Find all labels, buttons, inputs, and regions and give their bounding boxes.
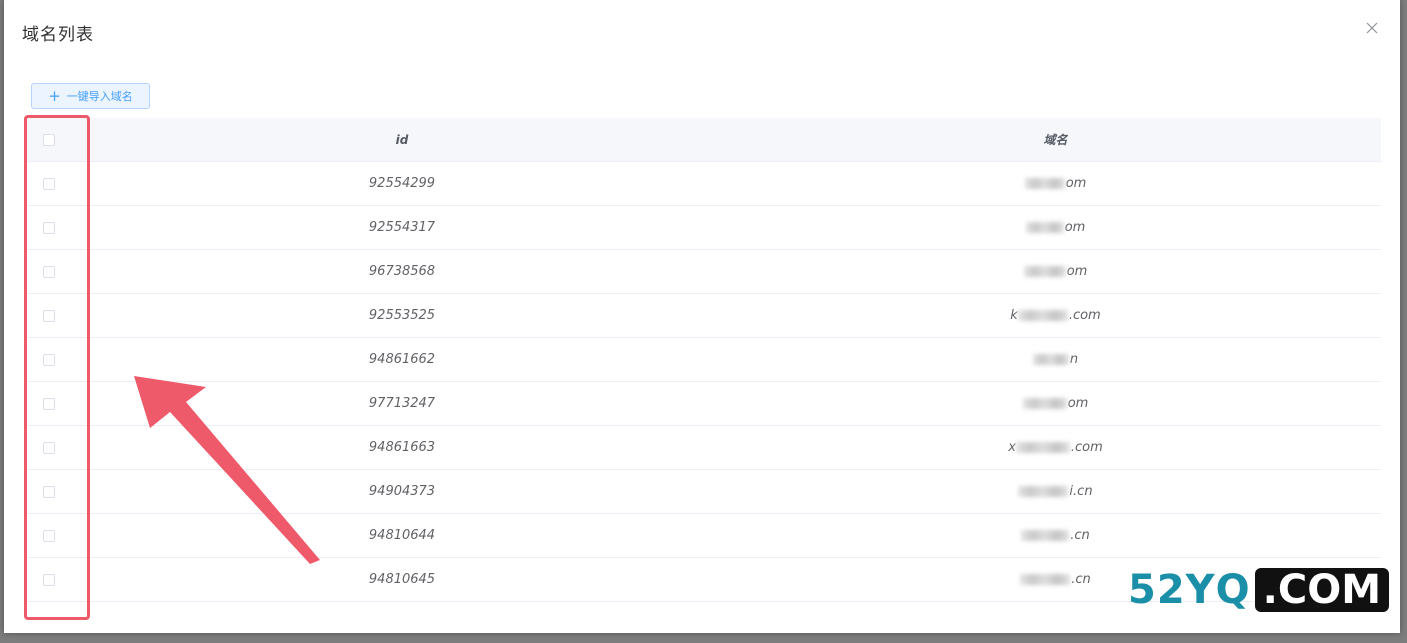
row-checkbox[interactable] [43, 397, 55, 410]
row-domain-suffix: .com [1070, 440, 1103, 455]
row-checkbox[interactable] [43, 353, 55, 366]
row-domain: i.cn [730, 484, 1381, 499]
plus-icon: + [48, 86, 61, 105]
table-row: 92553525 k .com [24, 294, 1381, 338]
import-domains-button[interactable]: + 一键导入域名 [31, 83, 150, 109]
table-row: 94810644 .cn [24, 514, 1381, 558]
row-id: 96738568 [368, 264, 436, 279]
watermark-logo: 52YQ .COM [1128, 567, 1389, 613]
row-domain: k .com [730, 308, 1381, 323]
domain-table: id 域名 92554299 om 92554317 om 96738568 om 9255… [24, 118, 1381, 602]
table-row: 94861663 x .com [24, 426, 1381, 470]
table-row: 92554299 om [24, 162, 1381, 206]
table-row: 94861662 n [24, 338, 1381, 382]
row-domain-suffix: .cn [1071, 572, 1091, 587]
row-domain: om [730, 264, 1381, 279]
redacted-domain-blur [1024, 178, 1065, 189]
watermark-left: 52YQ [1128, 567, 1251, 613]
import-domains-label: 一键导入域名 [66, 90, 133, 103]
row-id: 94810644 [368, 528, 436, 543]
row-domain-prefix: x [1008, 440, 1016, 455]
row-domain-suffix: om [1066, 264, 1088, 279]
row-checkbox[interactable] [43, 309, 55, 322]
row-domain: x .com [730, 440, 1381, 455]
redacted-domain-blur [1022, 398, 1067, 409]
table-header-row: id 域名 [24, 118, 1381, 162]
row-checkbox[interactable] [43, 221, 55, 234]
redacted-domain-blur [1025, 222, 1064, 233]
domain-list-dialog: 域名列表 + 一键导入域名 id 域名 92554299 om 92554317 om… [4, 0, 1400, 633]
row-id: 92554299 [368, 176, 436, 191]
row-id: 94861662 [368, 352, 436, 367]
redacted-domain-blur [1020, 574, 1071, 585]
row-domain: om [730, 396, 1381, 411]
row-id: 92554317 [368, 220, 436, 235]
row-domain-suffix: om [1065, 176, 1087, 191]
redacted-domain-blur [1017, 310, 1068, 321]
table-body: 92554299 om 92554317 om 96738568 om 92553525 k.… [24, 162, 1381, 602]
redacted-domain-blur [1023, 266, 1066, 277]
column-header-id: id [395, 132, 409, 147]
redacted-domain-blur [1021, 530, 1070, 541]
row-id: 94861663 [368, 440, 436, 455]
table-row: 92554317 om [24, 206, 1381, 250]
row-id: 97713247 [368, 396, 436, 411]
watermark-right: .COM [1254, 568, 1389, 612]
row-domain: n [730, 352, 1381, 367]
row-domain-suffix: om [1064, 220, 1086, 235]
row-id: 92553525 [368, 308, 436, 323]
row-checkbox[interactable] [43, 529, 55, 542]
row-domain: om [730, 220, 1381, 235]
row-checkbox[interactable] [43, 177, 55, 190]
close-icon[interactable] [1362, 18, 1382, 38]
table-row: 94904373 i.cn [24, 470, 1381, 514]
redacted-domain-blur [1015, 442, 1070, 453]
row-checkbox[interactable] [43, 485, 55, 498]
redacted-domain-blur [1032, 354, 1069, 365]
row-domain: om [730, 176, 1381, 191]
row-checkbox[interactable] [43, 441, 55, 454]
row-checkbox[interactable] [43, 573, 55, 586]
row-id: 94810645 [368, 572, 436, 587]
row-domain-suffix: i.cn [1069, 484, 1093, 499]
row-id: 94904373 [368, 484, 436, 499]
row-domain-suffix: .com [1068, 308, 1101, 323]
table-row: 96738568 om [24, 250, 1381, 294]
row-domain-suffix: om [1067, 396, 1089, 411]
row-domain-suffix: .cn [1070, 528, 1090, 543]
row-domain-prefix: k [1010, 308, 1018, 323]
row-checkbox[interactable] [43, 265, 55, 278]
redacted-domain-blur [1018, 486, 1069, 497]
dialog-title: 域名列表 [22, 25, 94, 45]
column-header-domain: 域名 [1043, 133, 1068, 147]
row-domain-suffix: n [1069, 352, 1079, 367]
row-domain: .cn [730, 528, 1381, 543]
table-row: 97713247 om [24, 382, 1381, 426]
select-all-checkbox[interactable] [43, 133, 55, 146]
